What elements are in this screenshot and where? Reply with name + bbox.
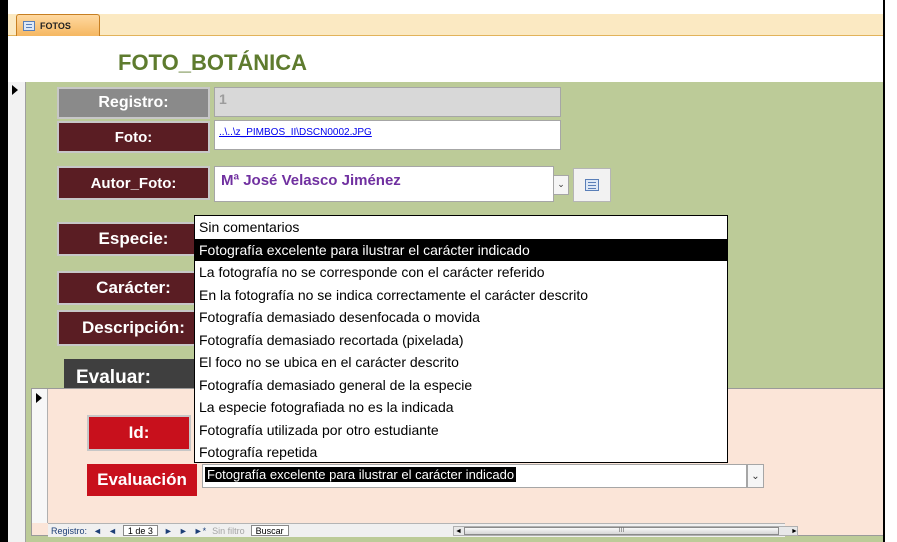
- evaluacion-selected-text: Fotografía excelente para ilustrar el ca…: [205, 467, 517, 482]
- form-title: FOTO_BOTÁNICA: [118, 50, 308, 75]
- scroll-left-icon[interactable]: ◄: [455, 528, 462, 535]
- new-record-icon[interactable]: ►*: [191, 526, 209, 536]
- dropdown-option[interactable]: Fotografía demasiado general de la espec…: [195, 374, 727, 397]
- registro-field[interactable]: 1: [214, 87, 561, 117]
- tab-fotos[interactable]: FOTOS: [16, 14, 100, 36]
- autor-foto-combo[interactable]: Mª José Velasco Jiménez: [214, 166, 554, 202]
- dropdown-option[interactable]: La especie fotografiada no es la indicad…: [195, 396, 727, 419]
- form-icon: [23, 20, 35, 31]
- open-autor-form-button[interactable]: [573, 168, 611, 202]
- search-box[interactable]: Buscar: [250, 525, 289, 536]
- dropdown-option[interactable]: Fotografía excelente para ilustrar el ca…: [195, 238, 727, 261]
- foto-label: Foto:: [57, 121, 210, 153]
- dropdown-option[interactable]: Fotografía demasiado desenfocada o movid…: [195, 306, 727, 329]
- evaluacion-dropdown-button[interactable]: ⌄: [747, 464, 764, 488]
- dropdown-option[interactable]: Fotografía utilizada por otro estudiante: [195, 419, 727, 442]
- record-selector[interactable]: [8, 82, 26, 542]
- evaluacion-dropdown-list[interactable]: Sin comentarios Fotografía excelente para…: [194, 215, 728, 463]
- first-record-icon[interactable]: ◄: [90, 526, 105, 536]
- next-record-icon[interactable]: ►: [161, 526, 176, 536]
- nav-record-label: Registro:: [51, 525, 88, 536]
- foto-hyperlink[interactable]: ..\..\z_PIMBOS_II\DSCN0002.JPG: [214, 120, 561, 150]
- dropdown-option[interactable]: Sin comentarios: [195, 216, 727, 239]
- tab-label: FOTOS: [40, 20, 71, 31]
- window-border-left: [0, 0, 8, 542]
- evaluacion-label: Evaluación: [87, 464, 197, 496]
- current-record-icon: [12, 85, 18, 95]
- last-record-icon[interactable]: ►: [176, 526, 191, 536]
- chevron-down-icon: ⌄: [557, 180, 565, 190]
- access-window: FOTOS FOTO_BOTÁNICA Registro: 1 Foto: ..…: [0, 0, 897, 542]
- autor-foto-label: Autor_Foto:: [57, 166, 210, 200]
- filter-status[interactable]: Sin filtro: [209, 526, 248, 536]
- descripcion-label: Descripción:: [57, 310, 210, 346]
- current-record-input[interactable]: 1 de 3: [122, 525, 158, 536]
- dropdown-option[interactable]: Fotografía repetida: [195, 441, 727, 464]
- autor-dropdown-button[interactable]: ⌄: [553, 175, 569, 195]
- current-record-icon: [36, 393, 42, 403]
- horizontal-scrollbar[interactable]: ◄ III ►: [453, 526, 798, 536]
- dropdown-option[interactable]: El foco no se ubica en el carácter descr…: [195, 351, 727, 374]
- document-tab-bar: FOTOS: [8, 14, 884, 36]
- caracter-label: Carácter:: [57, 271, 210, 305]
- dropdown-option[interactable]: La fotografía no se corresponde con el c…: [195, 261, 727, 284]
- evaluacion-combo[interactable]: Fotografía excelente para ilustrar el ca…: [202, 464, 747, 488]
- id-label: Id:: [87, 415, 191, 451]
- dropdown-option[interactable]: En la fotografía no se indica correctame…: [195, 284, 727, 307]
- form-header: FOTO_BOTÁNICA: [8, 36, 884, 82]
- chevron-down-icon: ⌄: [751, 470, 760, 482]
- form-icon: [585, 179, 599, 191]
- scroll-thumb[interactable]: III: [464, 527, 779, 535]
- subform-record-selector[interactable]: [32, 389, 48, 523]
- window-border-right: [883, 0, 897, 542]
- dropdown-option[interactable]: Fotografía demasiado recortada (pixelada…: [195, 329, 727, 352]
- record-navigation-bar: Registro: ◄ ◄ 1 de 3 ► ► ►* Sin filtro B…: [48, 523, 798, 537]
- prev-record-icon[interactable]: ◄: [105, 526, 120, 536]
- registro-label: Registro:: [57, 87, 210, 119]
- scroll-right-icon[interactable]: ►: [791, 528, 798, 535]
- especie-label: Especie:: [57, 222, 210, 256]
